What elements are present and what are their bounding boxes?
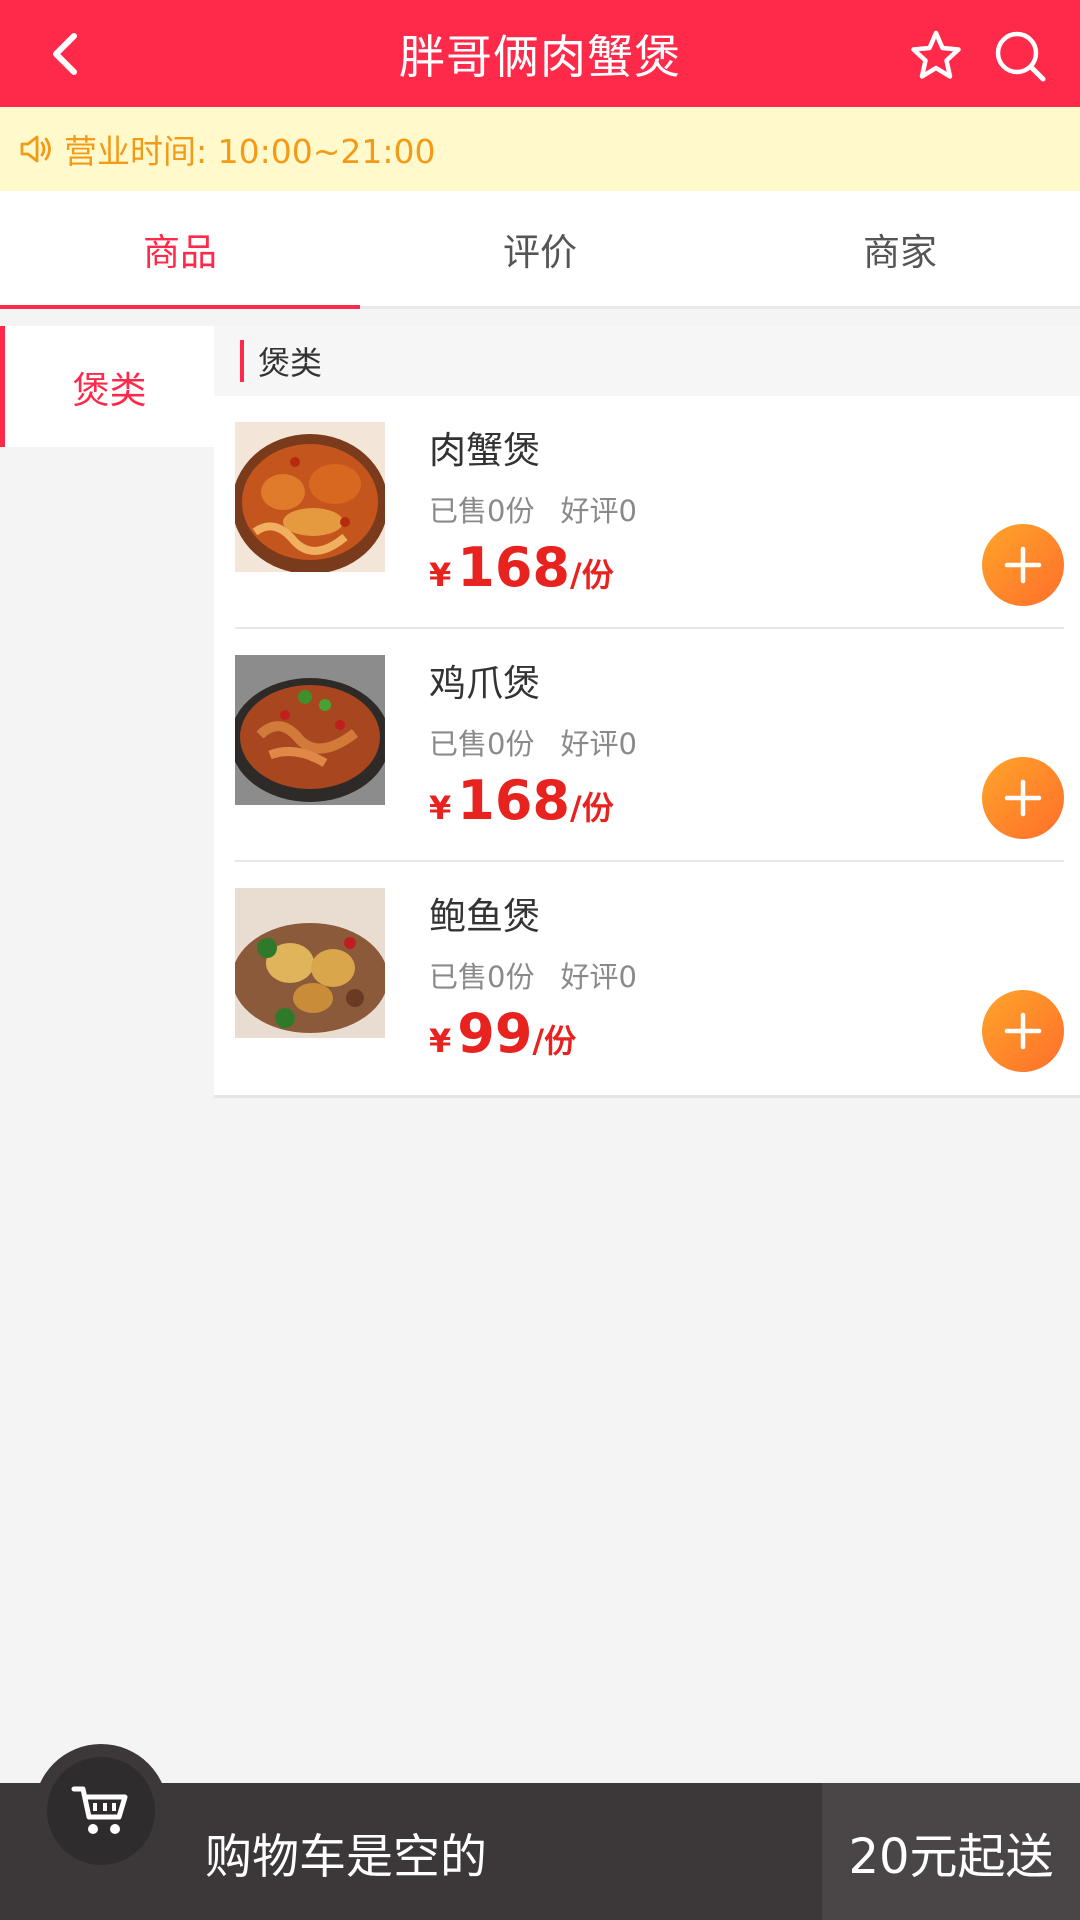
tab-merchant[interactable]: 商家 xyxy=(720,191,1080,306)
price-unit: /份 xyxy=(570,789,614,827)
rating-count: 好评0 xyxy=(560,960,637,994)
search-icon xyxy=(995,31,1046,82)
favorite-button[interactable] xyxy=(908,28,964,84)
cart-button-inner xyxy=(47,1757,155,1865)
price-unit: /份 xyxy=(532,1022,577,1060)
tab-reviews[interactable]: 评价 xyxy=(360,191,720,306)
product-name: 鲍鱼煲 xyxy=(429,895,540,938)
search-button[interactable] xyxy=(992,28,1048,84)
price-value: 99 xyxy=(457,1002,533,1065)
product-name: 鸡爪煲 xyxy=(429,662,540,705)
category-header: 煲类 xyxy=(214,326,1080,396)
tab-bar: 商品 评价 商家 xyxy=(0,191,1080,309)
price-currency: ¥ xyxy=(429,1022,452,1060)
product-item[interactable]: 鸡爪煲 已售0份 好评0 ¥168/份 xyxy=(235,629,1064,862)
top-bar: 胖哥俩肉蟹煲 xyxy=(0,0,1080,107)
sold-count: 已售0份 xyxy=(429,494,535,528)
cart-status: 购物车是空的 xyxy=(205,1830,487,1885)
back-button[interactable] xyxy=(38,26,94,82)
category-title: 煲类 xyxy=(258,344,323,382)
business-hours-notice: 营业时间: 10:00~21:00 xyxy=(0,107,1080,191)
product-image[interactable] xyxy=(235,888,385,1038)
product-image[interactable] xyxy=(235,655,385,805)
price-value: 168 xyxy=(457,769,570,832)
business-hours-text: 营业时间: 10:00~21:00 xyxy=(64,132,436,171)
product-price: ¥99/份 xyxy=(429,1002,576,1065)
product-price: ¥168/份 xyxy=(429,536,614,599)
add-to-cart-button[interactable] xyxy=(982,757,1064,839)
category-sidebar: 煲类 xyxy=(0,326,214,1782)
product-stats: 已售0份 好评0 xyxy=(429,954,637,996)
rating-count: 好评0 xyxy=(560,494,637,528)
category-marker xyxy=(240,340,244,382)
add-to-cart-button[interactable] xyxy=(982,990,1064,1072)
sold-count: 已售0份 xyxy=(429,727,535,761)
add-to-cart-button[interactable] xyxy=(982,524,1064,606)
product-name: 肉蟹煲 xyxy=(429,429,540,472)
price-currency: ¥ xyxy=(429,556,452,594)
plus-icon xyxy=(1004,546,1042,584)
price-currency: ¥ xyxy=(429,789,452,827)
product-item[interactable]: 肉蟹煲 已售0份 好评0 ¥168/份 xyxy=(235,396,1064,629)
speaker-icon xyxy=(20,135,51,163)
product-stats: 已售0份 好评0 xyxy=(429,488,637,530)
cart-icon xyxy=(71,1786,128,1834)
plus-icon xyxy=(1004,1012,1042,1050)
star-outline-icon xyxy=(911,30,961,79)
cart-button[interactable] xyxy=(34,1744,168,1878)
product-price: ¥168/份 xyxy=(429,769,614,832)
plus-icon xyxy=(1004,779,1042,817)
product-stats: 已售0份 好评0 xyxy=(429,721,637,763)
tab-products[interactable]: 商品 xyxy=(0,191,360,309)
sidebar-item-pot[interactable]: 煲类 xyxy=(0,326,214,447)
rating-count: 好评0 xyxy=(560,727,637,761)
sold-count: 已售0份 xyxy=(429,960,535,994)
price-value: 168 xyxy=(457,536,570,599)
minimum-order[interactable]: 20元起送 xyxy=(822,1783,1080,1920)
store-title: 胖哥俩肉蟹煲 xyxy=(399,29,681,84)
price-unit: /份 xyxy=(570,556,614,594)
product-list: 煲类 肉蟹煲 已售0份 好评0 ¥168/份 鸡爪煲 已售0份 好评0 ¥ 16… xyxy=(214,326,1080,1098)
chevron-left-icon xyxy=(53,33,77,75)
product-item[interactable]: 鲍鱼煲 已售0份 好评0 ¥99/份 xyxy=(235,862,1064,1095)
product-image[interactable] xyxy=(235,422,385,572)
